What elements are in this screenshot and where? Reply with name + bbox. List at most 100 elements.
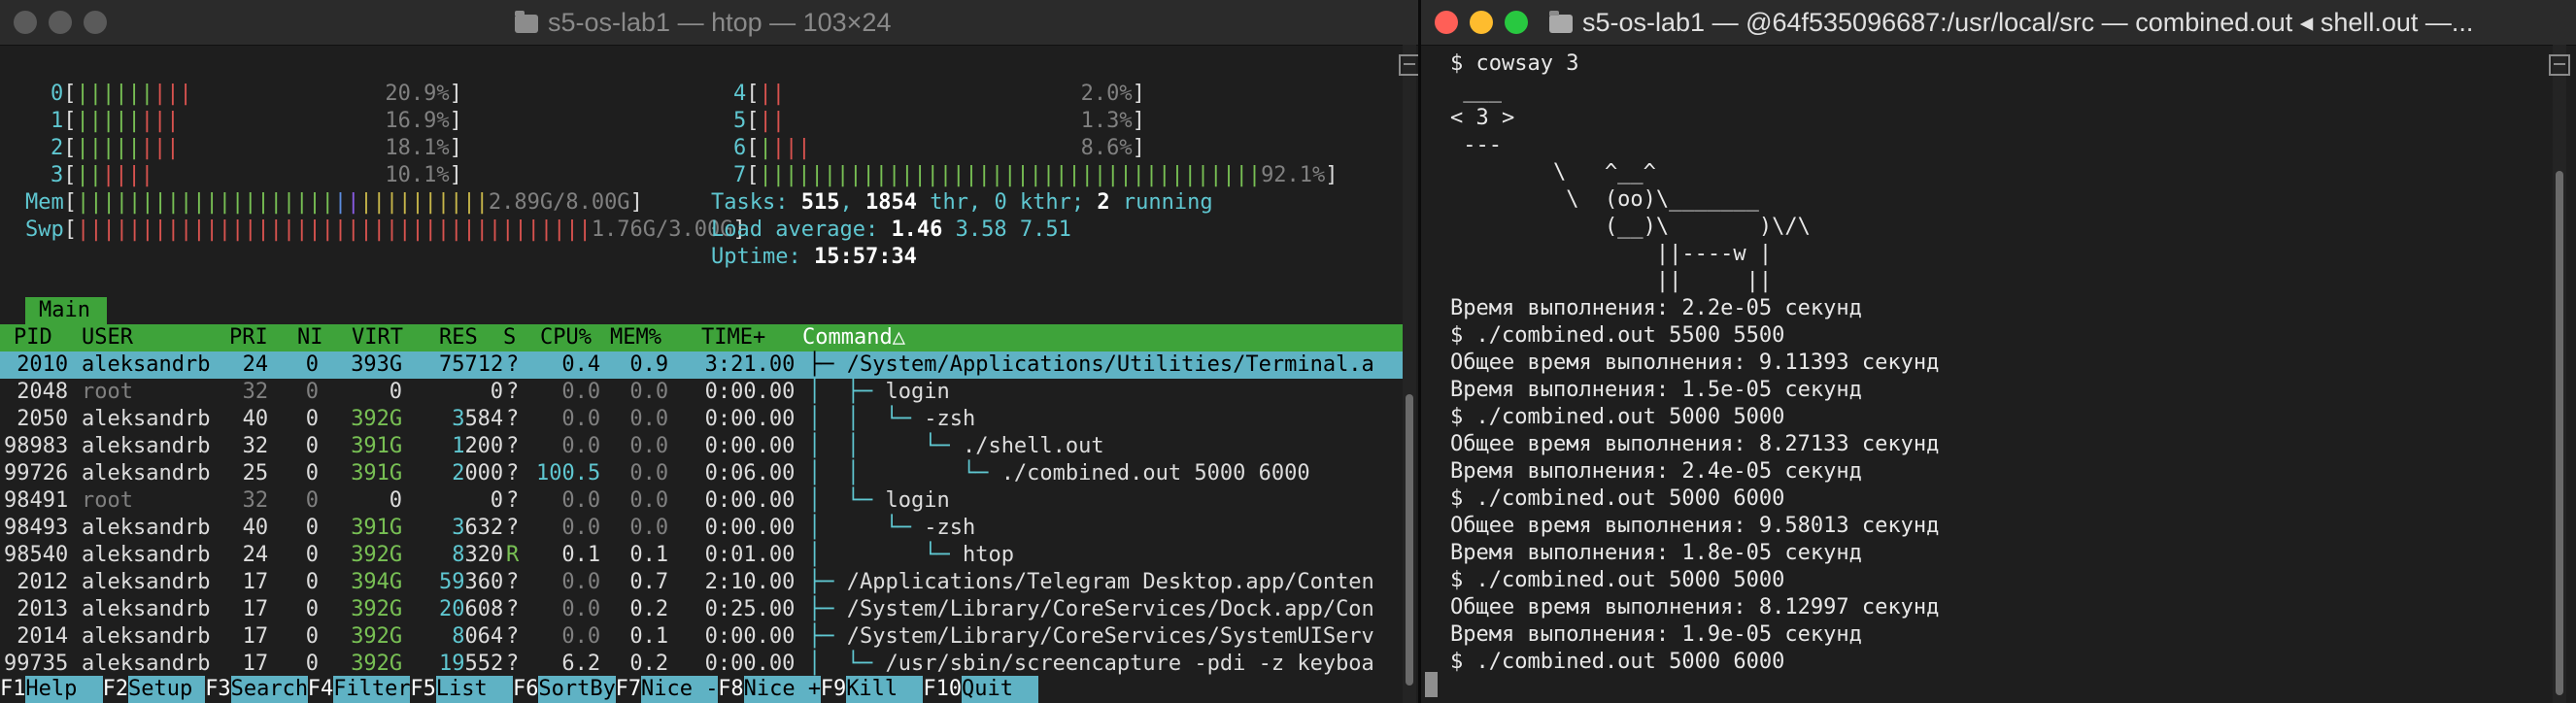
column-s[interactable]: S: [503, 324, 516, 352]
column-pid[interactable]: PID: [14, 324, 52, 352]
cell-value: 0.0: [561, 380, 601, 404]
cell-res: 8320: [452, 542, 503, 569]
cell-res: 0: [491, 379, 503, 406]
htop-scroll-thumb[interactable]: [1406, 394, 1413, 686]
zoom-button[interactable]: [1505, 11, 1528, 34]
cell-cpu: 0.1: [561, 542, 600, 569]
tree-branch: ├─: [808, 624, 847, 649]
cell-command: │ └─ htop: [808, 542, 1014, 569]
fkey-name: F2: [102, 677, 129, 701]
column-res[interactable]: RES: [439, 324, 478, 352]
cpu-id: 5: [733, 109, 747, 133]
cell-value: 391G: [351, 434, 403, 458]
fkey-action: Help: [25, 677, 78, 701]
close-button[interactable]: [1435, 11, 1458, 34]
command-text: -zsh: [924, 516, 976, 540]
cell-virt: 392G: [351, 406, 402, 433]
shell-line: $ ./combined.out 5000 5000: [1450, 567, 1784, 594]
tree-branch: │ └─: [808, 543, 963, 567]
cpu-meter-7: 7[||||||||||||||||||||||||||||||||||||||…: [733, 162, 1339, 189]
cell-value: 0: [305, 624, 320, 649]
command-text: ./combined.out 5000 6000: [1000, 461, 1310, 485]
minimize-button[interactable]: [1470, 11, 1493, 34]
fkey-label: Search: [231, 676, 308, 703]
split-pane-icon[interactable]: [1399, 54, 1418, 76]
thr-label: thr,: [916, 190, 995, 215]
bracket: [: [63, 190, 77, 215]
fkey-key: F9: [821, 676, 847, 703]
tasks-summary: Tasks: 515, 1854 thr, 0 kthr; 2 running: [711, 189, 1213, 217]
column-mem[interactable]: MEM%: [610, 324, 661, 352]
shell-scroll-thumb[interactable]: [2556, 171, 2563, 695]
bracket: ]: [1132, 109, 1145, 133]
cell-pri: 40: [243, 515, 269, 542]
cell-cpu: 0.0: [561, 623, 600, 651]
shell-text: < 3 >: [1450, 106, 1515, 130]
fkey-name: F8: [718, 677, 744, 701]
shell-scrollbar[interactable]: [2549, 45, 2570, 703]
fkey-label: Nice +: [744, 676, 821, 703]
cell-value: 0:00.00: [704, 407, 796, 431]
cell-cpu: 0.0: [561, 596, 600, 623]
bracket: ]: [449, 163, 462, 187]
column-cpu[interactable]: CPU%: [540, 324, 592, 352]
tree-branch: │ ├─: [808, 380, 886, 404]
column-label: CPU%: [540, 325, 592, 350]
cell-command: ├─ /System/Library/CoreServices/Dock.app…: [808, 596, 1374, 623]
column-time[interactable]: TIME+: [701, 324, 765, 352]
cell-ni: 0: [306, 542, 319, 569]
load-average: Load average: 1.46 3.58 7.51: [711, 217, 1071, 244]
uptime: Uptime: 15:57:34: [711, 244, 917, 271]
column-pri[interactable]: PRI: [229, 324, 268, 352]
column-command[interactable]: Command△: [802, 324, 905, 352]
cell-pri: 25: [243, 460, 269, 487]
cell-cpu: 0.0: [561, 379, 600, 406]
cell-ni: 0: [306, 433, 319, 460]
shell-text: $ ./combined.out 5000 6000: [1450, 650, 1785, 674]
column-ni[interactable]: NI: [297, 324, 323, 352]
close-button[interactable]: [14, 11, 37, 34]
bracket: [: [63, 136, 77, 160]
cell-value: 2013: [17, 597, 69, 621]
cell-res: 2000: [452, 460, 503, 487]
cell-ni: 0: [306, 460, 319, 487]
cell-time: 0:00.00: [705, 651, 796, 678]
zoom-button[interactable]: [84, 11, 107, 34]
htop-window: s5-os-lab1 — htop — 103×24 0[||||||||| 2…: [0, 0, 1418, 703]
cpu-bar: ||: [759, 82, 786, 106]
cell-virt: 392G: [351, 623, 402, 651]
shell-line: $ ./combined.out 5000 5000: [1450, 404, 1784, 431]
command-text: login: [885, 380, 950, 404]
cpu-bar: ||: [76, 163, 103, 187]
cell-value: 32: [242, 434, 269, 458]
cpu-meter-0: 0[||||||||| 20.9%]: [51, 81, 462, 108]
cell-command: ├─ /System/Library/CoreServices/SystemUI…: [808, 623, 1374, 651]
cpu-bar: |||: [140, 109, 180, 133]
tab-main[interactable]: Main: [39, 297, 90, 324]
cell-mem: 0.7: [629, 569, 668, 596]
cpu-bar: |||: [153, 82, 192, 106]
htop-scrollbar[interactable]: [1399, 45, 1418, 703]
column-user[interactable]: USER: [82, 324, 133, 352]
cell-ni: 0: [306, 569, 319, 596]
cell-mem: 0.2: [629, 596, 668, 623]
cell-value: 0:00.00: [704, 624, 796, 649]
fkey-key: F4: [308, 676, 334, 703]
shell-titlebar[interactable]: s5-os-lab1 — @64f535096687:/usr/local/sr…: [1421, 0, 2576, 46]
tab-main-label: Main: [39, 298, 90, 322]
cell-value: 19552: [439, 652, 504, 676]
fkey-name: F3: [205, 677, 231, 701]
column-virt[interactable]: VIRT: [352, 324, 403, 352]
cell-user: root: [82, 379, 133, 406]
cell-s: R: [506, 542, 519, 569]
minimize-button[interactable]: [49, 11, 72, 34]
shell-text: $ cowsay 3: [1450, 51, 1579, 76]
split-pane-icon[interactable]: [2549, 54, 2570, 76]
command-text: -zsh: [924, 407, 976, 431]
cell-value: 0.0: [561, 624, 601, 649]
cell-value: 0.0: [629, 488, 669, 513]
htop-titlebar[interactable]: s5-os-lab1 — htop — 103×24: [0, 0, 1418, 46]
cell-value: 3:21.00: [704, 352, 796, 377]
cell-value: ?: [506, 434, 520, 458]
